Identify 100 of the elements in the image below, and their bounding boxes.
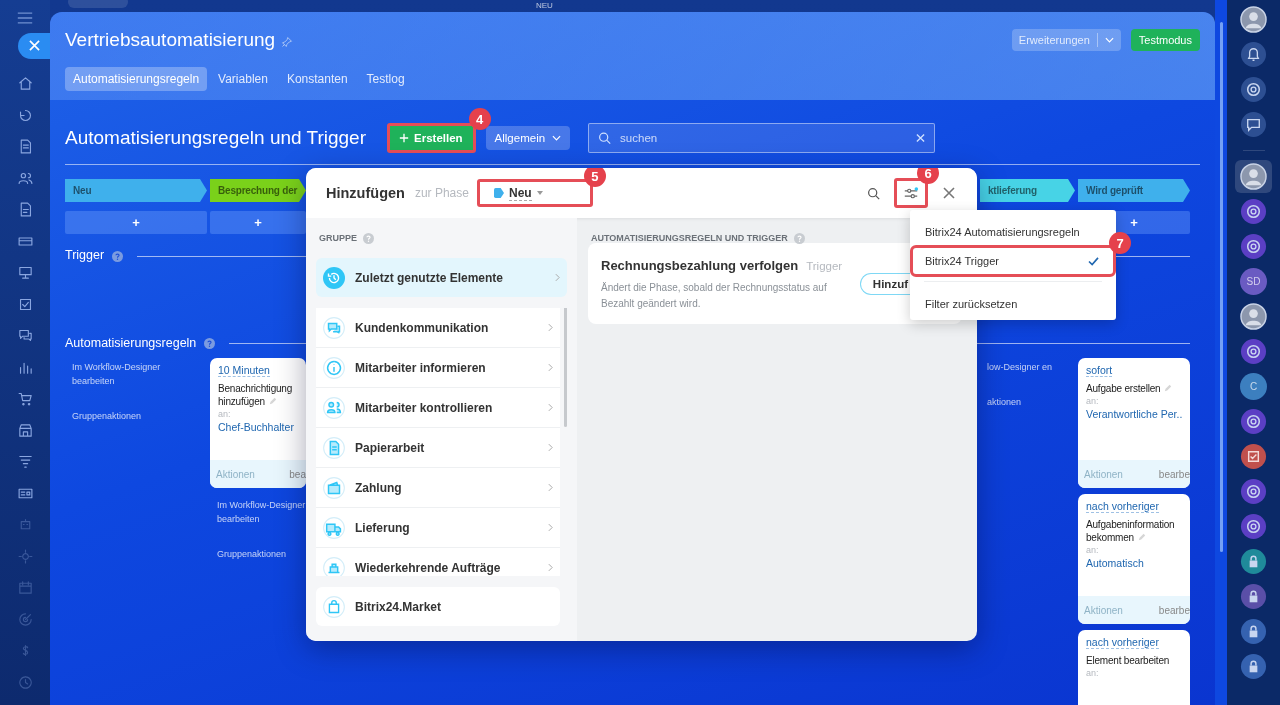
rule-title: Aufgabeninformation bekommen	[1086, 518, 1176, 544]
stage-header[interactable]: Besprechung der	[210, 179, 306, 202]
edit-link[interactable]: bearbe	[1158, 604, 1190, 616]
initials-avatar[interactable]: C	[1240, 373, 1267, 400]
phase-selector[interactable]: Neu	[476, 179, 593, 207]
cart-icon[interactable]	[16, 390, 34, 407]
delay-link[interactable]: nach vorheriger	[1086, 500, 1159, 513]
tab[interactable]: Automatisierungsregeln	[65, 67, 208, 91]
rule-card[interactable]: 10 Minuten Benachrichtigung hinzufügen an: Chef-Buchhalter Aktionen bea	[210, 358, 306, 488]
column-link[interactable]: Im Workflow-Designer bearbeiten	[65, 358, 177, 401]
avatar[interactable]	[1240, 303, 1267, 330]
add-button[interactable]: +	[65, 211, 207, 234]
section-heading: Automatisierungsregeln und Trigger	[65, 127, 366, 149]
help-icon[interactable]	[204, 337, 216, 349]
rule-title: Benachrichtigung hinzufügen	[218, 382, 294, 408]
section-label: Automatisierungsregeln	[65, 336, 197, 350]
clear-icon[interactable]	[916, 133, 926, 143]
close-button[interactable]	[18, 32, 50, 59]
presentation-icon[interactable]	[16, 264, 34, 281]
history-icon	[323, 266, 345, 289]
tab[interactable]: Variablen	[210, 67, 276, 91]
recipient-label: an:	[218, 409, 232, 419]
column-link[interactable]: low-Designer en	[980, 358, 1075, 387]
recipient-label: an:	[1086, 396, 1100, 406]
tab[interactable]: Konstanten	[278, 67, 356, 91]
document-icon	[323, 436, 345, 459]
store-icon[interactable]	[16, 421, 34, 439]
lock-icon[interactable]	[1240, 653, 1267, 680]
group-item[interactable]: Kundenkommunikation	[316, 308, 560, 348]
stage-header[interactable]: ktlieferung	[980, 179, 1075, 202]
add-button[interactable]: Hinzuf	[859, 272, 910, 295]
lock-icon[interactable]	[1240, 583, 1267, 610]
checkbox-icon[interactable]	[1240, 443, 1267, 470]
sliders-icon	[903, 186, 919, 200]
plus-icon	[399, 133, 409, 143]
home-icon[interactable]	[16, 75, 34, 92]
delay-link[interactable]: 10 Minuten	[218, 364, 270, 377]
group-item[interactable]: Zuletzt genutzte Elemente	[316, 258, 567, 297]
result-title: Rechnungsbezahlung verfolgen	[601, 258, 799, 273]
section-label: Trigger	[65, 248, 105, 262]
avatar[interactable]	[1240, 163, 1267, 190]
column-link[interactable]: Im Workflow-Designer bearbeiten	[210, 496, 306, 539]
people-icon	[323, 396, 345, 419]
filter-button[interactable]	[894, 178, 928, 208]
search-field[interactable]: suchen	[588, 123, 936, 153]
page-title: Vertriebsautomatisierung	[65, 29, 276, 51]
caret-icon	[552, 135, 562, 141]
column-heading: GRUPPE	[319, 233, 357, 243]
menu-icon[interactable]	[17, 12, 33, 24]
avatar[interactable]	[1240, 6, 1267, 33]
recipient-link[interactable]: Verantwortliche Per..	[1086, 408, 1190, 420]
stage-header[interactable]: Neu	[65, 179, 207, 202]
chat-icon[interactable]	[1240, 111, 1267, 138]
close-icon	[28, 40, 40, 51]
initials-avatar[interactable]: SD	[1240, 268, 1267, 295]
scrollbar[interactable]	[1219, 22, 1223, 552]
delay-link[interactable]: sofort	[1086, 364, 1113, 377]
funnel-icon[interactable]	[16, 453, 34, 470]
chevron-icon	[548, 443, 553, 452]
delay-link[interactable]: nach vorheriger	[1086, 636, 1159, 649]
rule-title: Element bearbeiten	[1086, 654, 1171, 667]
scrollbar[interactable]	[564, 308, 567, 427]
lock-icon[interactable]	[1240, 618, 1267, 645]
column-heading: AUTOMATISIERUNGSREGELN UND TRIGGER	[591, 233, 788, 243]
test-mode-button[interactable]: Testmodus	[1130, 29, 1200, 51]
edit-link[interactable]: bearbe	[1158, 468, 1190, 480]
column-link[interactable]: Gruppenaktionen	[65, 406, 177, 436]
truck-icon	[323, 516, 345, 539]
close-icon[interactable]	[943, 187, 955, 199]
recipient-link[interactable]: Chef-Buchhalter	[218, 421, 306, 433]
rule-card[interactable]: nach vorheriger Aufgabeninformation bekommen an: Automatisch Aktionen bearbe	[1078, 494, 1190, 624]
create-button[interactable]: Erstellen	[387, 123, 476, 153]
edit-link[interactable]: bea	[289, 468, 306, 480]
market-item[interactable]: Bitrix24.Market	[316, 587, 560, 626]
phase-label: zur Phase	[414, 186, 469, 200]
search-icon[interactable]	[867, 186, 880, 200]
rule-card[interactable]: sofort Aufgabe erstellen an: Verantwortliche Per.. Aktionen bearbe	[1078, 358, 1190, 488]
chevron-icon	[548, 523, 553, 532]
caret-icon	[536, 191, 543, 195]
recipient-link[interactable]: Automatisch	[1086, 557, 1190, 569]
chat-icon[interactable]	[16, 327, 34, 344]
callout-badge: 5	[583, 168, 606, 187]
menu-item[interactable]: Filter zurücksetzen	[913, 288, 1113, 320]
chat-bubbles-icon	[323, 316, 345, 339]
checkmark-icon	[1088, 256, 1099, 266]
stage-header[interactable]: Wird geprüft	[1078, 179, 1190, 202]
chevron-icon	[548, 363, 553, 372]
info-icon	[323, 356, 345, 379]
recipient-label: an:	[1086, 668, 1100, 678]
lock-icon[interactable]	[1240, 548, 1267, 575]
new-label: NEU	[536, 1, 553, 10]
column-link[interactable]: Gruppenaktionen	[210, 544, 306, 574]
rule-card[interactable]: nach vorheriger Element bearbeiten an:	[1078, 630, 1190, 705]
caret-icon	[1104, 37, 1114, 43]
column-link[interactable]: aktionen	[980, 392, 1075, 422]
bell-icon[interactable]	[1240, 41, 1267, 68]
tab[interactable]: Testlog	[358, 67, 413, 91]
shopping-bag-icon	[323, 595, 345, 618]
add-button[interactable]: +	[210, 211, 306, 234]
scope-dropdown[interactable]: Allgemein	[485, 126, 571, 150]
